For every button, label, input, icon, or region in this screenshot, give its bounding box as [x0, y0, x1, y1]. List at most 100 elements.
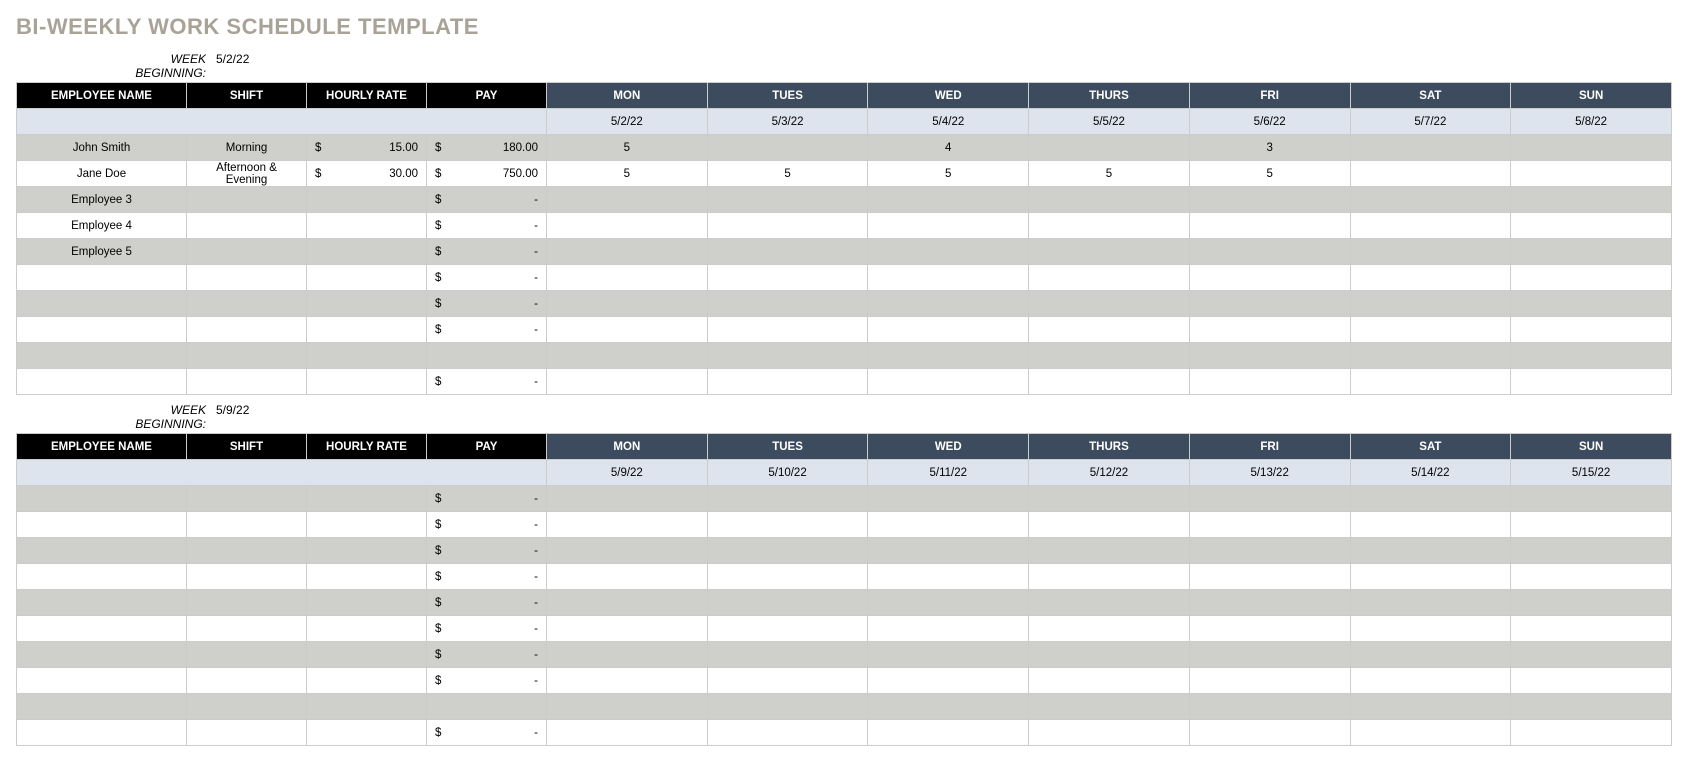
employee-cell[interactable] [17, 291, 187, 317]
employee-cell[interactable] [17, 564, 187, 590]
hours-cell[interactable] [1350, 369, 1511, 395]
hours-cell[interactable] [547, 239, 708, 265]
hours-cell[interactable] [1029, 265, 1190, 291]
hours-cell[interactable] [1189, 187, 1350, 213]
employee-cell[interactable] [17, 590, 187, 616]
hours-cell[interactable] [547, 369, 708, 395]
hours-cell[interactable] [1511, 720, 1672, 746]
hours-cell[interactable] [1189, 590, 1350, 616]
rate-cell[interactable] [307, 512, 427, 538]
hours-cell[interactable] [868, 616, 1029, 642]
hours-cell[interactable] [707, 486, 868, 512]
employee-cell[interactable] [17, 317, 187, 343]
hours-cell[interactable] [1511, 369, 1672, 395]
hours-cell[interactable] [547, 486, 708, 512]
hours-cell[interactable] [547, 343, 708, 369]
hours-cell[interactable] [1511, 213, 1672, 239]
shift-cell[interactable] [187, 239, 307, 265]
hours-cell[interactable] [547, 642, 708, 668]
rate-cell[interactable] [307, 616, 427, 642]
hours-cell[interactable] [707, 694, 868, 720]
hours-cell[interactable] [547, 512, 708, 538]
hours-cell[interactable] [707, 187, 868, 213]
hours-cell[interactable] [1511, 343, 1672, 369]
hours-cell[interactable] [1350, 317, 1511, 343]
hours-cell[interactable] [868, 343, 1029, 369]
hours-cell[interactable] [868, 538, 1029, 564]
hours-cell[interactable] [547, 564, 708, 590]
hours-cell[interactable] [868, 642, 1029, 668]
hours-cell[interactable] [707, 668, 868, 694]
hours-cell[interactable] [1350, 642, 1511, 668]
hours-cell[interactable] [1350, 694, 1511, 720]
hours-cell[interactable] [1511, 590, 1672, 616]
rate-cell[interactable] [307, 317, 427, 343]
hours-cell[interactable]: 5 [707, 161, 868, 187]
hours-cell[interactable] [1511, 161, 1672, 187]
employee-cell[interactable] [17, 720, 187, 746]
employee-cell[interactable]: Employee 3 [17, 187, 187, 213]
shift-cell[interactable] [187, 486, 307, 512]
shift-cell[interactable] [187, 720, 307, 746]
hours-cell[interactable]: 5 [547, 135, 708, 161]
hours-cell[interactable] [707, 720, 868, 746]
shift-cell[interactable] [187, 343, 307, 369]
hours-cell[interactable] [868, 668, 1029, 694]
hours-cell[interactable] [1189, 616, 1350, 642]
rate-cell[interactable] [307, 213, 427, 239]
shift-cell[interactable] [187, 642, 307, 668]
hours-cell[interactable] [707, 512, 868, 538]
hours-cell[interactable] [707, 135, 868, 161]
employee-cell[interactable] [17, 486, 187, 512]
hours-cell[interactable] [1511, 538, 1672, 564]
hours-cell[interactable]: 5 [868, 161, 1029, 187]
hours-cell[interactable] [1350, 161, 1511, 187]
hours-cell[interactable] [547, 694, 708, 720]
hours-cell[interactable] [707, 590, 868, 616]
shift-cell[interactable] [187, 317, 307, 343]
hours-cell[interactable] [1350, 590, 1511, 616]
shift-cell[interactable] [187, 512, 307, 538]
hours-cell[interactable] [1189, 343, 1350, 369]
hours-cell[interactable] [547, 668, 708, 694]
rate-cell[interactable] [307, 668, 427, 694]
employee-cell[interactable] [17, 616, 187, 642]
hours-cell[interactable] [1029, 369, 1190, 395]
hours-cell[interactable] [868, 187, 1029, 213]
hours-cell[interactable] [1189, 694, 1350, 720]
hours-cell[interactable] [1350, 616, 1511, 642]
hours-cell[interactable] [1189, 564, 1350, 590]
hours-cell[interactable] [1350, 135, 1511, 161]
hours-cell[interactable] [1189, 538, 1350, 564]
rate-cell[interactable]: $30.00 [307, 161, 427, 187]
hours-cell[interactable] [1511, 317, 1672, 343]
hours-cell[interactable] [1511, 694, 1672, 720]
shift-cell[interactable] [187, 213, 307, 239]
hours-cell[interactable] [547, 590, 708, 616]
employee-cell[interactable] [17, 265, 187, 291]
hours-cell[interactable] [707, 291, 868, 317]
hours-cell[interactable]: 5 [547, 161, 708, 187]
hours-cell[interactable] [707, 265, 868, 291]
shift-cell[interactable]: Morning [187, 135, 307, 161]
hours-cell[interactable]: 4 [868, 135, 1029, 161]
hours-cell[interactable] [547, 213, 708, 239]
hours-cell[interactable]: 3 [1189, 135, 1350, 161]
hours-cell[interactable] [1511, 239, 1672, 265]
employee-cell[interactable] [17, 694, 187, 720]
hours-cell[interactable] [868, 369, 1029, 395]
hours-cell[interactable] [1511, 187, 1672, 213]
shift-cell[interactable] [187, 291, 307, 317]
hours-cell[interactable] [1029, 668, 1190, 694]
hours-cell[interactable] [1029, 590, 1190, 616]
hours-cell[interactable] [1350, 538, 1511, 564]
rate-cell[interactable] [307, 369, 427, 395]
hours-cell[interactable] [868, 694, 1029, 720]
hours-cell[interactable] [1189, 265, 1350, 291]
hours-cell[interactable] [1029, 135, 1190, 161]
employee-cell[interactable] [17, 668, 187, 694]
shift-cell[interactable] [187, 538, 307, 564]
hours-cell[interactable] [1029, 642, 1190, 668]
shift-cell[interactable] [187, 590, 307, 616]
rate-cell[interactable] [307, 265, 427, 291]
